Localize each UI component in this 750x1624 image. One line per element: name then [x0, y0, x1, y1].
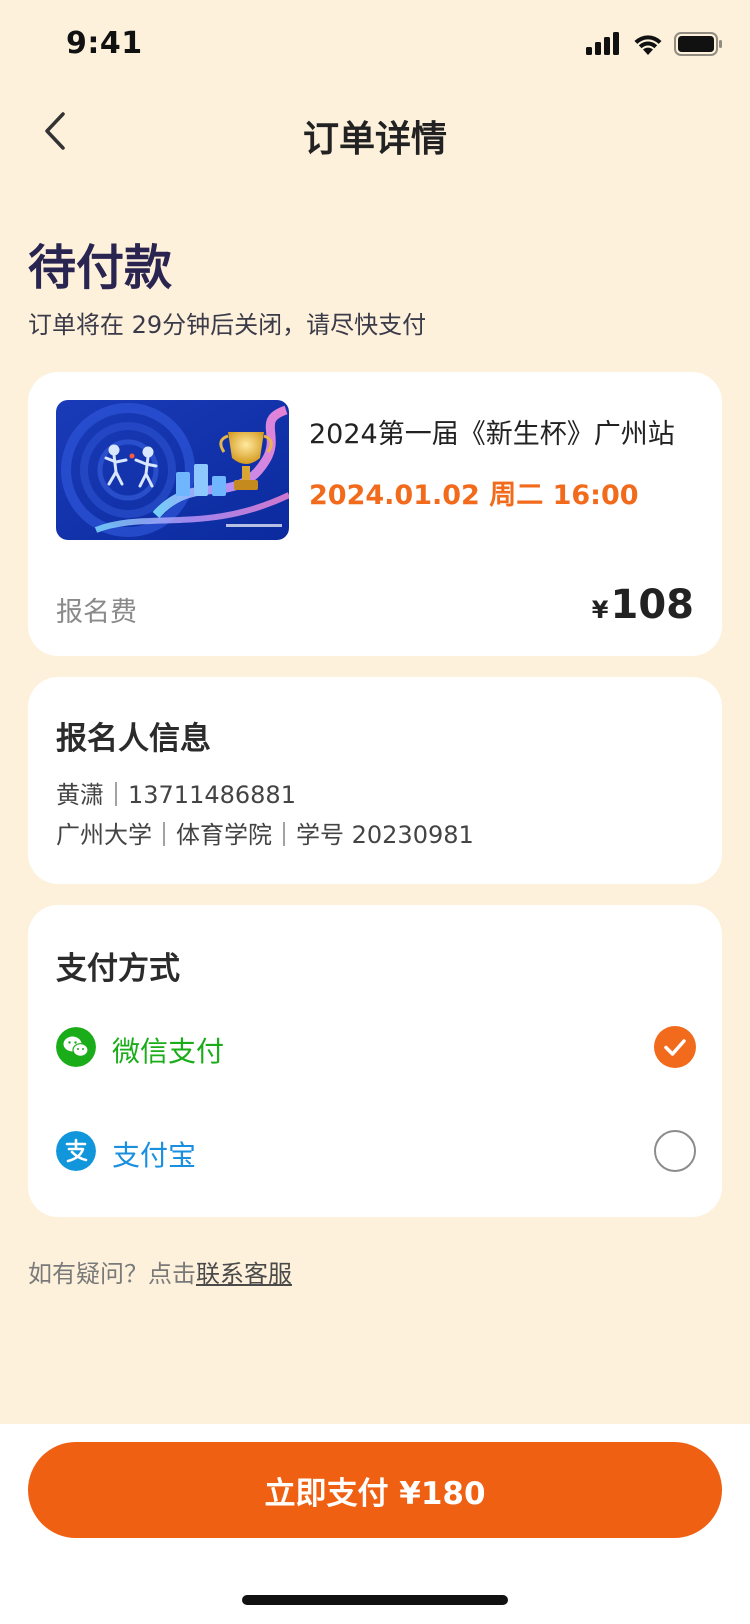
event-poster-image — [56, 400, 289, 540]
order-status: 待付款 — [28, 240, 173, 296]
checkmark-icon — [664, 1039, 686, 1056]
status-icons — [586, 32, 724, 56]
nav-bar: 订单详情 — [0, 92, 750, 172]
home-indicator — [242, 1595, 508, 1605]
payment-option-alipay[interactable]: 支付宝 — [28, 1116, 722, 1186]
wechat-pay-icon — [56, 1027, 96, 1067]
help-prefix: 如有疑问？点击 — [28, 1260, 196, 1288]
registrant-contact: 黄潇｜13711486881 — [56, 781, 296, 809]
registrant-school: 广州大学｜体育学院｜学号 20230981 — [56, 821, 474, 849]
alipay-icon — [56, 1131, 96, 1171]
radio-unchecked-icon[interactable] — [654, 1130, 696, 1172]
event-card[interactable]: 2024第一届《新生杯》广州站 2024.01.02 周二 16:00 报名费 … — [28, 372, 722, 656]
registrant-card: 报名人信息 黄潇｜13711486881 广州大学｜体育学院｜学号 202309… — [28, 677, 722, 884]
contact-support-link[interactable]: 联系客服 — [196, 1260, 292, 1288]
battery-icon — [674, 32, 722, 56]
event-name: 2024第一届《新生杯》广州站 — [309, 419, 675, 450]
signal-icon — [586, 32, 619, 55]
help-line: 如有疑问？点击联系客服 — [28, 1254, 292, 1289]
status-bar: 9:41 — [0, 0, 750, 92]
pay-now-button[interactable]: 立即支付 ¥180 — [28, 1442, 722, 1538]
event-time: 2024.01.02 周二 16:00 — [309, 480, 639, 511]
payment-option-wechat[interactable]: 微信支付 — [28, 1012, 722, 1082]
registrant-title: 报名人信息 — [56, 721, 211, 757]
payment-option-label: 微信支付 — [112, 1035, 225, 1068]
fee-value: 108 — [610, 582, 695, 628]
bottom-bar: 立即支付 ¥180 — [0, 1424, 750, 1624]
fee-label: 报名费 — [56, 597, 137, 628]
status-time: 9:41 — [66, 26, 143, 61]
radio-checked-icon[interactable] — [654, 1026, 696, 1068]
fee-currency: ¥ — [591, 596, 609, 624]
payment-card: 支付方式 微信支付 支付宝 — [28, 905, 722, 1217]
payment-title: 支付方式 — [56, 951, 180, 987]
event-thumbnail — [56, 400, 289, 540]
order-close-hint: 订单将在 29分钟后关闭，请尽快支付 — [28, 311, 427, 339]
wifi-icon — [634, 35, 662, 55]
page-title: 订单详情 — [302, 119, 447, 160]
payment-option-label: 支付宝 — [112, 1139, 197, 1172]
fee-amount: ¥ 108 — [592, 582, 694, 628]
